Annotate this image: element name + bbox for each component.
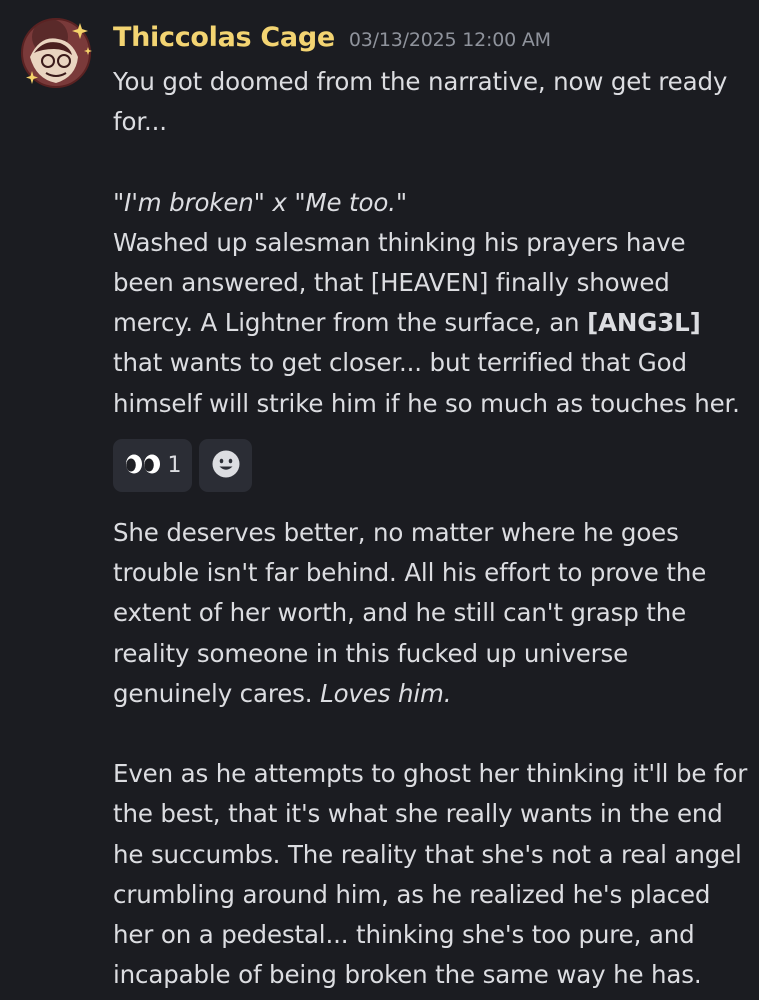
chat-message: Thiccolas Cage 03/13/2025 12:00 AM You g… [0,0,759,1000]
user-avatar[interactable] [20,17,92,89]
italic-text: Loves him. [320,678,452,708]
username[interactable]: Thiccolas Cage [113,22,335,53]
message-paragraph: Even as he attempts to ghost her thinkin… [113,759,748,990]
bold-text: [ANG3L] [587,308,701,338]
message-header: Thiccolas Cage 03/13/2025 12:00 AM [113,22,551,62]
reaction-count: 1 [167,453,182,478]
reaction-eyes[interactable]: 1 [113,439,192,492]
add-reaction-icon [211,449,241,483]
message-paragraph: She deserves better, no matter where he … [113,513,753,714]
message-paragraph: Washed up salesman thinking his prayers … [113,223,743,424]
message-content: You got doomed from the narrative, now g… [113,62,743,424]
message-text-line: You got doomed from the narrative, now g… [113,67,728,137]
paragraph-text: that wants to get closer... but terrifie… [113,348,740,418]
reactions-bar: 1 [113,439,252,492]
message-timestamp[interactable]: 03/13/2025 12:00 AM [349,29,551,51]
message-content-continued: She deserves better, no matter where he … [113,513,753,995]
add-reaction-button[interactable] [199,439,252,492]
eyes-icon [124,453,162,479]
message-quote: "I'm broken" x "Me too." [113,187,407,217]
